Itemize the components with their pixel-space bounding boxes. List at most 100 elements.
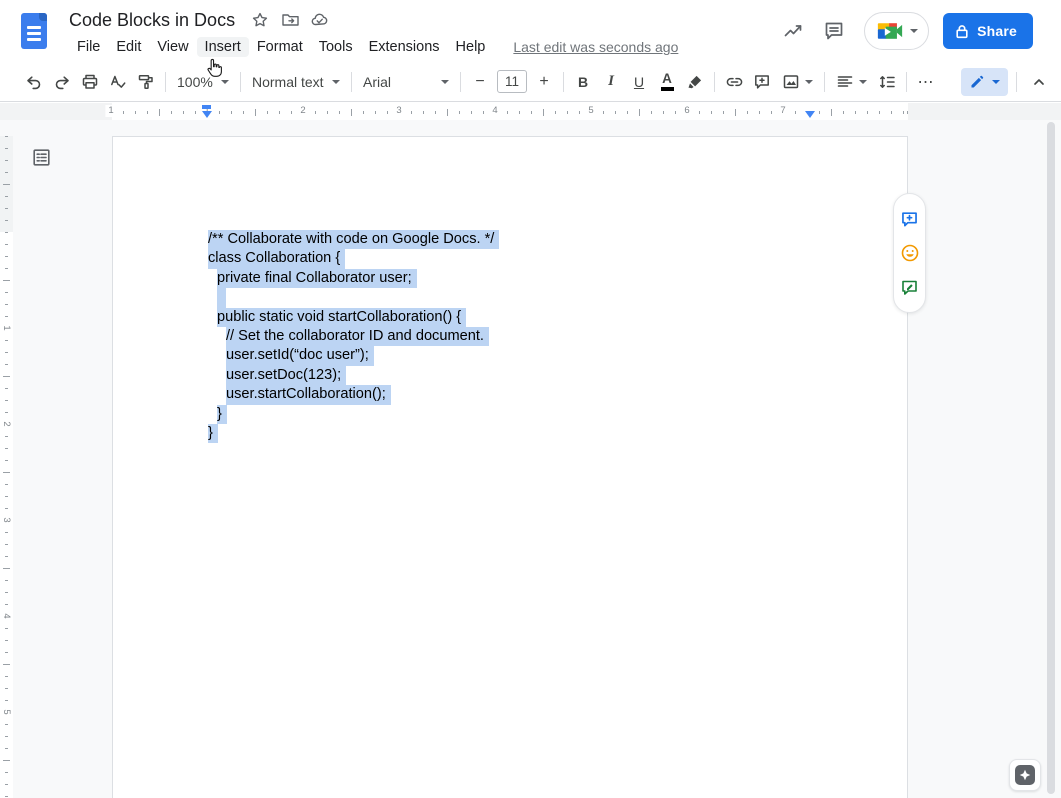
meet-call-button[interactable] [864, 12, 929, 50]
insert-link-button[interactable] [720, 68, 748, 96]
image-caret-icon [805, 80, 813, 84]
font-family-select[interactable]: Arial [357, 68, 455, 96]
italic-button[interactable]: I [597, 68, 625, 96]
insert-image-button[interactable] [776, 68, 819, 96]
code-line-text[interactable]: user.startCollaboration(); [226, 385, 391, 404]
horizontal-ruler[interactable]: 11234567 [0, 103, 1061, 120]
code-line: class Collaboration { [208, 249, 499, 268]
more-toolbar-options-button[interactable]: ⋯ [912, 68, 940, 96]
code-line-text[interactable]: } [208, 424, 218, 443]
document-page[interactable]: /** Collaborate with code on Google Docs… [112, 136, 908, 798]
code-line-text[interactable]: class Collaboration { [208, 249, 345, 268]
v-ruler-number: 4 [1, 610, 12, 621]
code-line-text[interactable]: } [217, 405, 227, 424]
code-line: /** Collaborate with code on Google Docs… [208, 230, 499, 249]
current-text-color [661, 87, 674, 91]
menu-file[interactable]: File [69, 37, 108, 57]
font-size-input[interactable]: 11 [497, 70, 527, 93]
code-line: } [208, 424, 499, 443]
print-button[interactable] [76, 68, 104, 96]
docs-logo-fold [39, 13, 47, 21]
document-outline-button[interactable] [28, 144, 54, 170]
styles-caret-icon [332, 80, 340, 84]
vertical-ruler[interactable]: 12345 [0, 120, 13, 798]
zoom-select[interactable]: 100% [171, 68, 235, 96]
code-block: /** Collaborate with code on Google Docs… [208, 230, 499, 443]
emoji-smiley-icon [900, 243, 920, 263]
insert-emoji-button[interactable] [898, 241, 922, 265]
horizontal-ruler-page-area: 11234567 [112, 103, 908, 120]
undo-button[interactable] [20, 68, 48, 96]
suggest-edits-button[interactable] [898, 275, 922, 299]
outline-list-icon [32, 148, 51, 167]
code-line-text[interactable]: user.setId(“doc user”); [226, 346, 374, 365]
code-line-text[interactable]: private final Collaborator user; [217, 269, 417, 288]
left-indent-marker[interactable] [202, 111, 212, 118]
underline-button[interactable]: U [625, 68, 653, 96]
code-line: // Set the collaborator ID and document. [208, 327, 499, 346]
menu-edit[interactable]: Edit [108, 37, 149, 57]
document-title[interactable]: Code Blocks in Docs [61, 10, 243, 31]
menu-format[interactable]: Format [249, 37, 311, 57]
h-ruler-number: 6 [681, 105, 692, 117]
right-indent-marker[interactable] [805, 111, 815, 118]
share-button[interactable]: Share [943, 13, 1033, 49]
code-line-text[interactable]: // Set the collaborator ID and document. [226, 327, 489, 346]
explore-star-icon [1015, 765, 1035, 785]
paragraph-style-select[interactable]: Normal text [246, 68, 346, 96]
meet-caret-icon [910, 29, 918, 33]
app-header: Code Blocks in Docs FileEditViewInsertFo… [0, 0, 1061, 62]
activity-trend-icon[interactable] [774, 11, 814, 51]
redo-button[interactable] [48, 68, 76, 96]
code-line: user.startCollaboration(); [208, 385, 499, 404]
h-ruler-number: 7 [777, 105, 788, 117]
docs-logo-icon[interactable] [21, 13, 47, 49]
first-line-indent-marker[interactable] [202, 105, 211, 109]
move-folder-icon[interactable] [277, 7, 303, 33]
image-icon [782, 73, 800, 91]
star-icon[interactable] [247, 7, 273, 33]
menu-view[interactable]: View [149, 37, 196, 57]
comment-history-icon[interactable] [814, 11, 854, 51]
align-button[interactable] [830, 68, 873, 96]
code-line: user.setDoc(123); [208, 366, 499, 385]
add-comment-icon [900, 210, 919, 229]
line-spacing-button[interactable] [873, 68, 901, 96]
code-line-text[interactable]: user.setDoc(123); [226, 366, 346, 385]
add-comment-margin-button[interactable] [898, 207, 922, 231]
code-line: public static void startCollaboration() … [208, 308, 499, 327]
v-ruler-number: 1 [1, 322, 12, 333]
menu-tools[interactable]: Tools [311, 37, 361, 57]
add-comment-button[interactable] [748, 68, 776, 96]
menu-extensions[interactable]: Extensions [361, 37, 448, 57]
lock-icon [955, 24, 969, 39]
collapse-toolbar-button[interactable] [1025, 68, 1053, 96]
menu-help[interactable]: Help [448, 37, 494, 57]
code-line-text[interactable] [217, 288, 226, 307]
code-line-text[interactable]: /** Collaborate with code on Google Docs… [208, 230, 499, 249]
code-line [208, 288, 499, 307]
highlight-color-button[interactable] [681, 68, 709, 96]
text-color-button[interactable]: A [653, 68, 681, 96]
cloud-saved-icon[interactable] [307, 7, 333, 33]
editing-mode-button[interactable] [961, 68, 1008, 96]
menu-insert[interactable]: Insert [197, 37, 249, 57]
v-ruler-number: 5 [1, 706, 12, 717]
pencil-icon [969, 74, 985, 90]
code-line: user.setId(“doc user”); [208, 346, 499, 365]
explore-button[interactable] [1009, 759, 1041, 791]
spellcheck-button[interactable] [104, 68, 132, 96]
paint-format-button[interactable] [132, 68, 160, 96]
h-ruler-number: 5 [585, 105, 596, 117]
scrollbar-thumb[interactable] [1047, 122, 1055, 794]
code-line-text[interactable]: public static void startCollaboration() … [217, 308, 466, 327]
toolbar: 100% Normal text Arial − 11 + B I U A [0, 62, 1061, 102]
h-ruler-number: 4 [489, 105, 500, 117]
decrease-font-size-button[interactable]: − [466, 68, 494, 96]
font-caret-icon [441, 80, 449, 84]
last-edit-link[interactable]: Last edit was seconds ago [513, 39, 678, 55]
h-ruler-number: 2 [297, 105, 308, 117]
bold-button[interactable]: B [569, 68, 597, 96]
increase-font-size-button[interactable]: + [530, 68, 558, 96]
editing-mode-caret-icon [992, 80, 1000, 84]
